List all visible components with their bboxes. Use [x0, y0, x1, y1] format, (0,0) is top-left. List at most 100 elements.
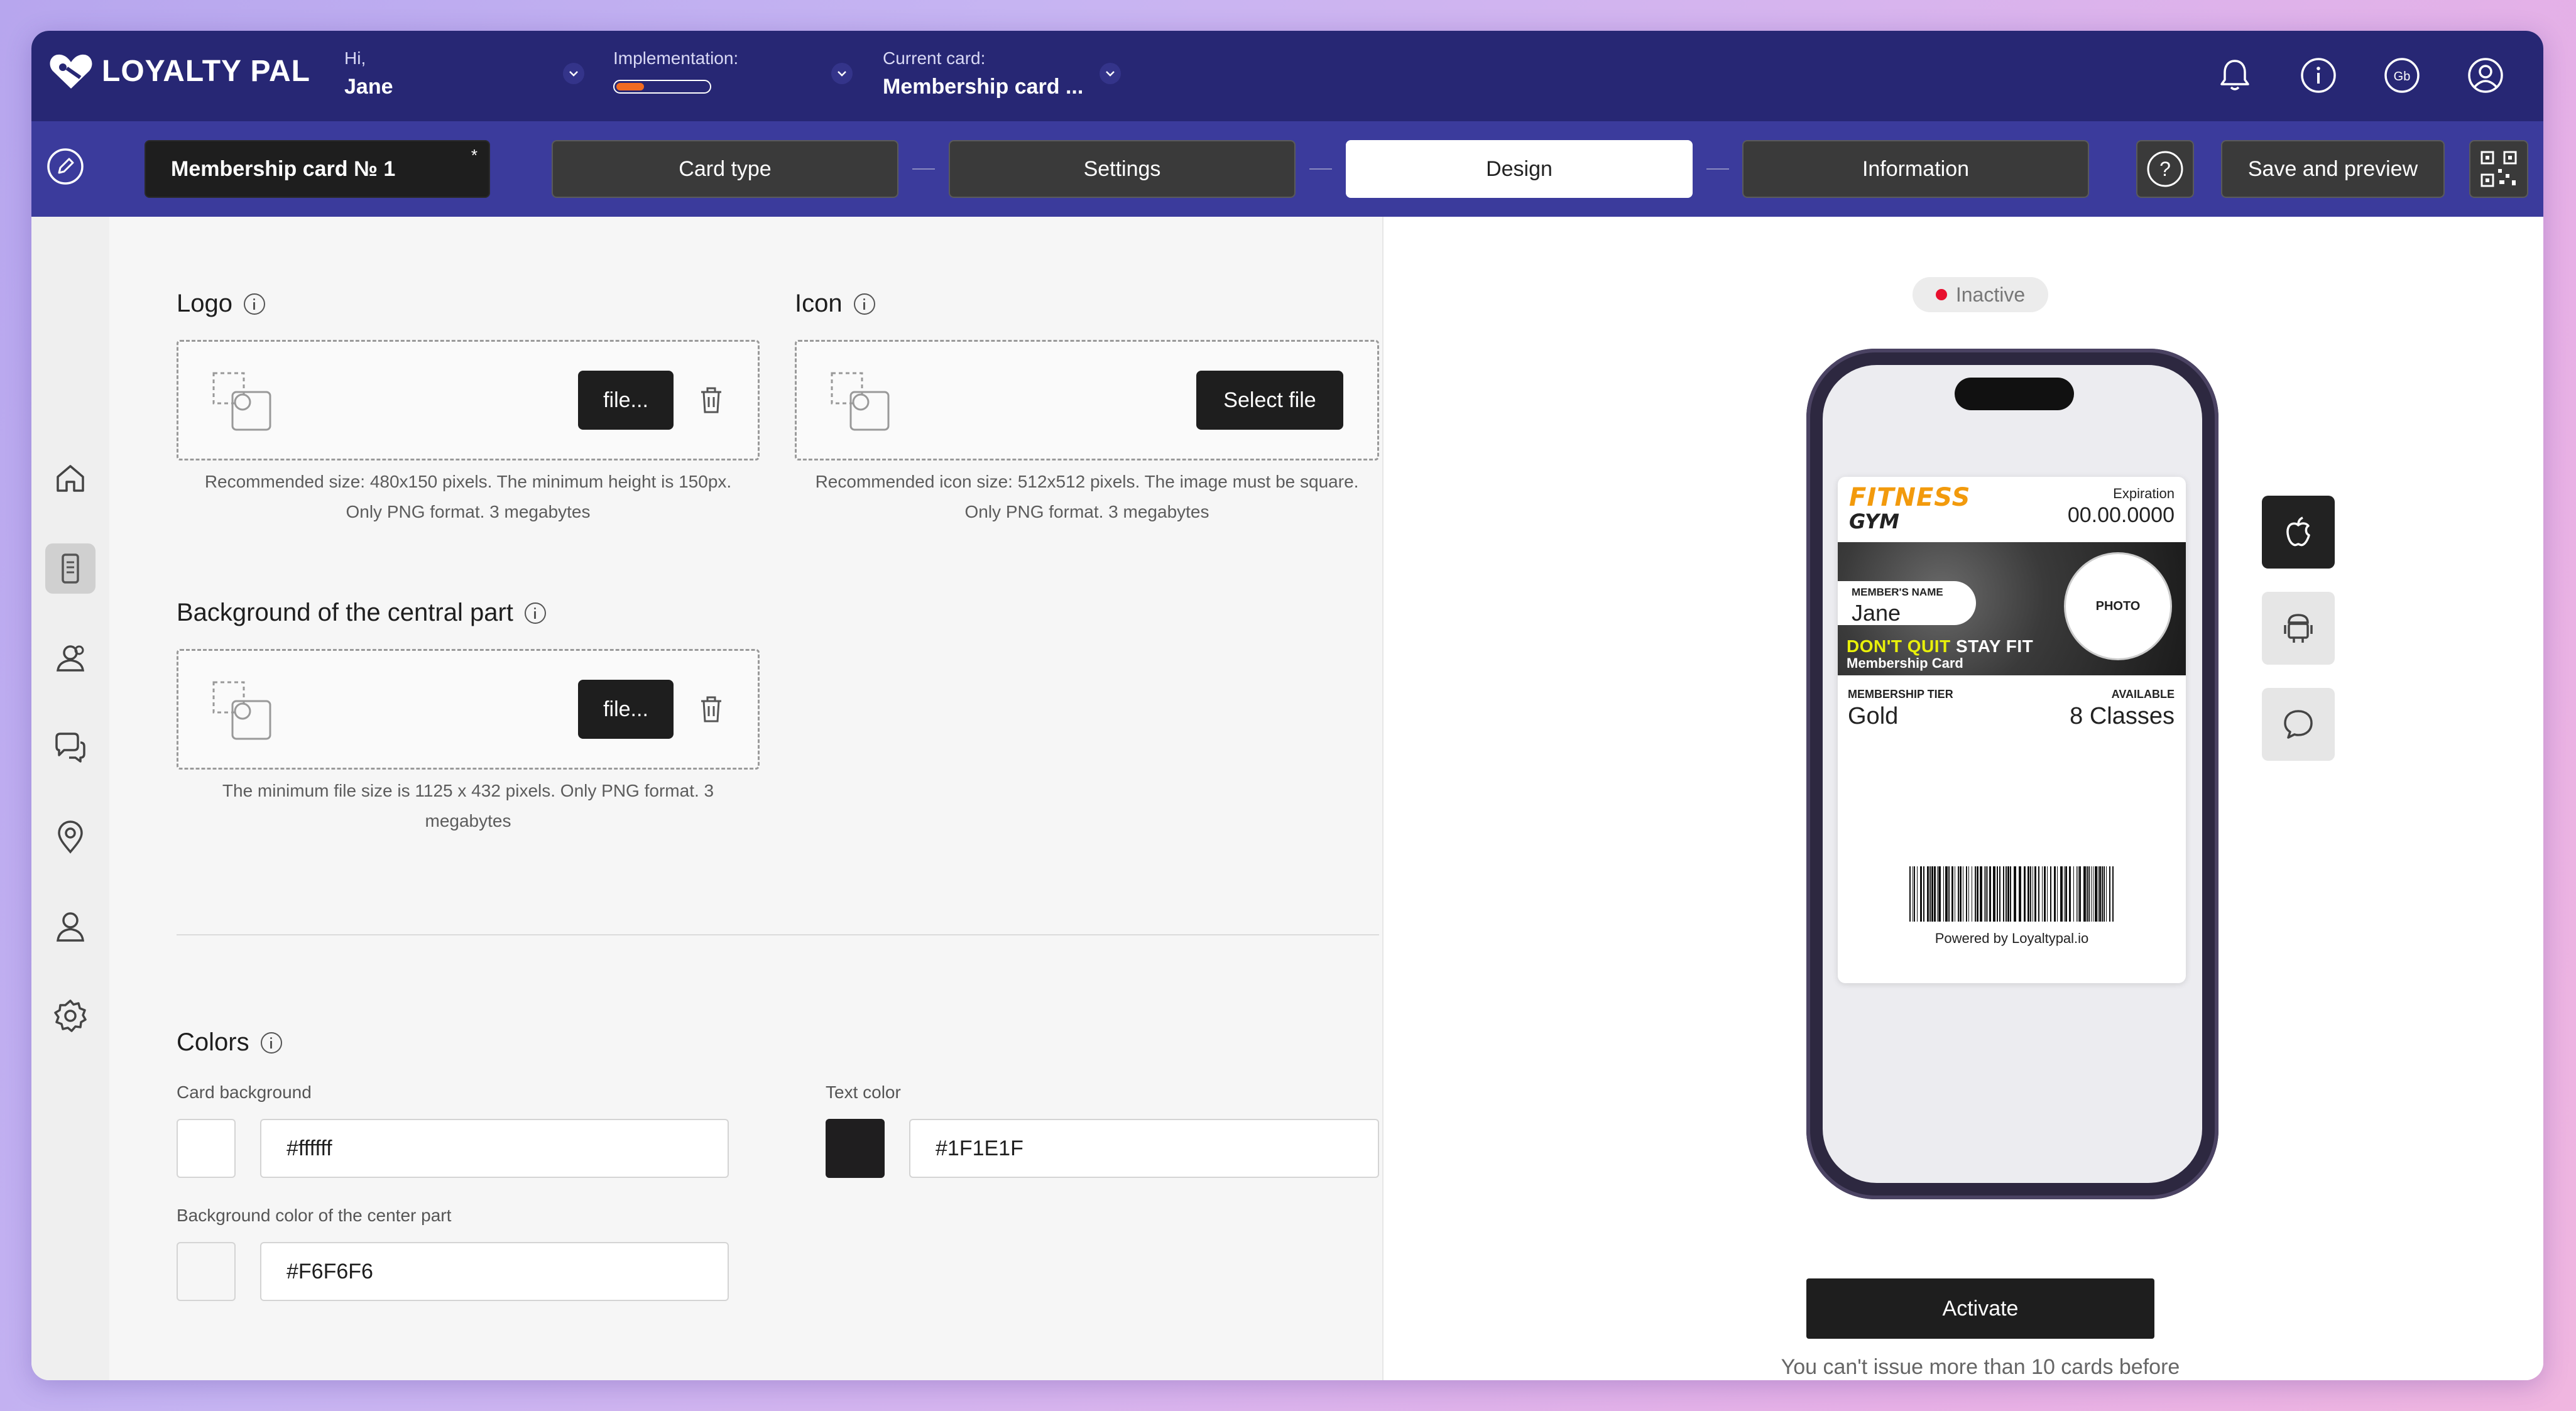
icon-hint-line1: Recommended icon size: 512x512 pixels. T… — [815, 472, 1359, 491]
logo-hint-line2: Only PNG format. 3 megabytes — [346, 502, 591, 521]
barcode-bar — [2073, 866, 2074, 922]
platform-android-button[interactable] — [2262, 592, 2335, 665]
available-value: 8 Classes — [2070, 703, 2175, 729]
sidebar-item-cards[interactable] — [45, 543, 96, 594]
android-icon — [2284, 614, 2313, 643]
settings-icon — [54, 1000, 87, 1032]
edit-pencil-icon[interactable] — [45, 146, 85, 187]
barcode-bar — [1997, 866, 1998, 922]
wallet-pass: FITNESS GYM Expiration 00.00.0000 MEMBER… — [1838, 477, 2186, 983]
logo-delete-icon[interactable] — [697, 386, 725, 415]
card-name-field[interactable]: Membership card № 1 * — [145, 140, 490, 198]
language-icon[interactable]: Gb — [2381, 55, 2423, 96]
background-upload-zone[interactable]: file... — [177, 649, 760, 770]
barcode-bar — [2088, 866, 2090, 922]
background-delete-icon[interactable] — [697, 695, 725, 724]
icon-info-icon[interactable] — [853, 293, 875, 315]
platform-message-button[interactable] — [2262, 688, 2335, 761]
card-preview-panel: Inactive FITNESS GYM Expiration 00.00.00… — [1382, 217, 2543, 1380]
background-file-button[interactable]: file... — [578, 680, 674, 739]
current-card-selector[interactable]: Current card: Membership card ... — [883, 48, 1083, 99]
center-background-swatch[interactable] — [177, 1242, 236, 1301]
barcode-bar — [2057, 866, 2058, 922]
slogan-highlight: DON'T QUIT — [1847, 636, 1951, 656]
current-card-label: Current card: — [883, 48, 986, 68]
colors-title: Colors — [177, 1028, 249, 1056]
barcode-bar — [1927, 866, 1929, 922]
card-background-swatch[interactable] — [177, 1119, 236, 1178]
step-separator — [1706, 168, 1729, 170]
user-greeting[interactable]: Hi, Jane — [344, 48, 393, 99]
save-and-preview-button[interactable]: Save and preview — [2221, 140, 2445, 198]
center-background-label: Background color of the center part — [177, 1206, 452, 1225]
heart-tag-logo-icon — [50, 54, 92, 89]
platform-apple-button[interactable] — [2262, 496, 2335, 569]
barcode-bar — [1948, 866, 1950, 922]
center-background-input[interactable]: #F6F6F6 — [260, 1242, 729, 1301]
sidebar-item-messages[interactable] — [45, 722, 96, 773]
sidebar-item-profile[interactable] — [45, 902, 96, 952]
barcode-bar — [2019, 866, 2021, 922]
barcode-bar — [2087, 866, 2088, 922]
pass-logo-bottom: GYM — [1849, 509, 1899, 533]
sidebar-item-customers[interactable] — [45, 633, 96, 683]
barcode — [1909, 866, 2114, 922]
barcode-bar — [1943, 866, 1944, 922]
barcode-bar — [2054, 866, 2056, 922]
sidebar-item-settings[interactable] — [45, 991, 96, 1041]
svg-text:Gb: Gb — [2394, 70, 2411, 84]
logo-hint-line1: Recommended size: 480x150 pixels. The mi… — [204, 472, 732, 491]
icon-select-file-button[interactable]: Select file — [1196, 371, 1343, 430]
barcode-bar — [1937, 866, 1938, 922]
barcode-bar — [2034, 866, 2036, 922]
user-name: Jane — [344, 75, 393, 99]
pass-expiration-label: Expiration — [2113, 486, 2175, 501]
pass-expiration-value: 00.00.0000 — [2067, 503, 2175, 527]
sidebar-item-home[interactable] — [45, 453, 96, 503]
background-hint-line2: megabytes — [425, 811, 511, 831]
account-icon[interactable] — [2465, 55, 2506, 96]
status-badge: Inactive — [1913, 277, 2048, 312]
barcode-bar — [2112, 866, 2114, 922]
logo-file-button[interactable]: file... — [578, 371, 674, 430]
background-info-icon[interactable] — [524, 602, 546, 624]
barcode-bar — [2079, 866, 2081, 922]
icon-title: Icon — [795, 290, 843, 317]
colors-info-icon[interactable] — [260, 1032, 282, 1054]
barcode-bar — [2010, 866, 2011, 922]
current-card-chevron-icon[interactable] — [1100, 63, 1121, 84]
barcode-bar — [2007, 866, 2009, 922]
implementation-chevron-icon[interactable] — [831, 63, 853, 84]
design-form: Logo file... Recommended size: 480x150 p… — [109, 217, 1382, 1380]
step-design[interactable]: Design — [1346, 140, 1693, 198]
barcode-bar — [1985, 866, 1987, 922]
logo-upload-zone[interactable]: file... — [177, 340, 760, 460]
logo-info-icon[interactable] — [243, 293, 265, 315]
apple-icon — [2286, 516, 2310, 547]
activate-button[interactable]: Activate — [1806, 1278, 2154, 1339]
colors-section-title: Colors — [177, 1028, 282, 1057]
sidebar-item-locations[interactable] — [45, 812, 96, 862]
qr-code-button[interactable] — [2469, 140, 2528, 198]
card-name-text: Membership card № 1 — [171, 157, 396, 181]
member-photo-placeholder: PHOTO — [2064, 552, 2172, 660]
slogan-rest: STAY FIT — [1955, 636, 2034, 656]
user-menu-chevron-icon[interactable] — [563, 63, 584, 84]
card-background-input[interactable]: #ffffff — [260, 1119, 729, 1178]
question-icon: ? — [2147, 151, 2183, 187]
step-settings[interactable]: Settings — [949, 140, 1296, 198]
icon-upload-zone[interactable]: Select file — [795, 340, 1379, 460]
notifications-bell-icon[interactable] — [2214, 55, 2256, 96]
text-color-swatch[interactable] — [826, 1119, 885, 1178]
barcode-bar — [1914, 866, 1915, 922]
text-color-input[interactable]: #1F1E1F — [909, 1119, 1379, 1178]
help-button[interactable]: ? — [2136, 140, 2194, 198]
barcode-bar — [1929, 866, 1931, 922]
step-information[interactable]: Information — [1742, 140, 2089, 198]
implementation-status[interactable]: Implementation: — [613, 48, 738, 94]
info-icon[interactable] — [2298, 55, 2339, 96]
barcode-bar — [2044, 866, 2046, 922]
barcode-bar — [1999, 866, 2000, 922]
step-card-type[interactable]: Card type — [552, 140, 898, 198]
app-logo[interactable]: LOYALTY PAL — [49, 52, 310, 90]
